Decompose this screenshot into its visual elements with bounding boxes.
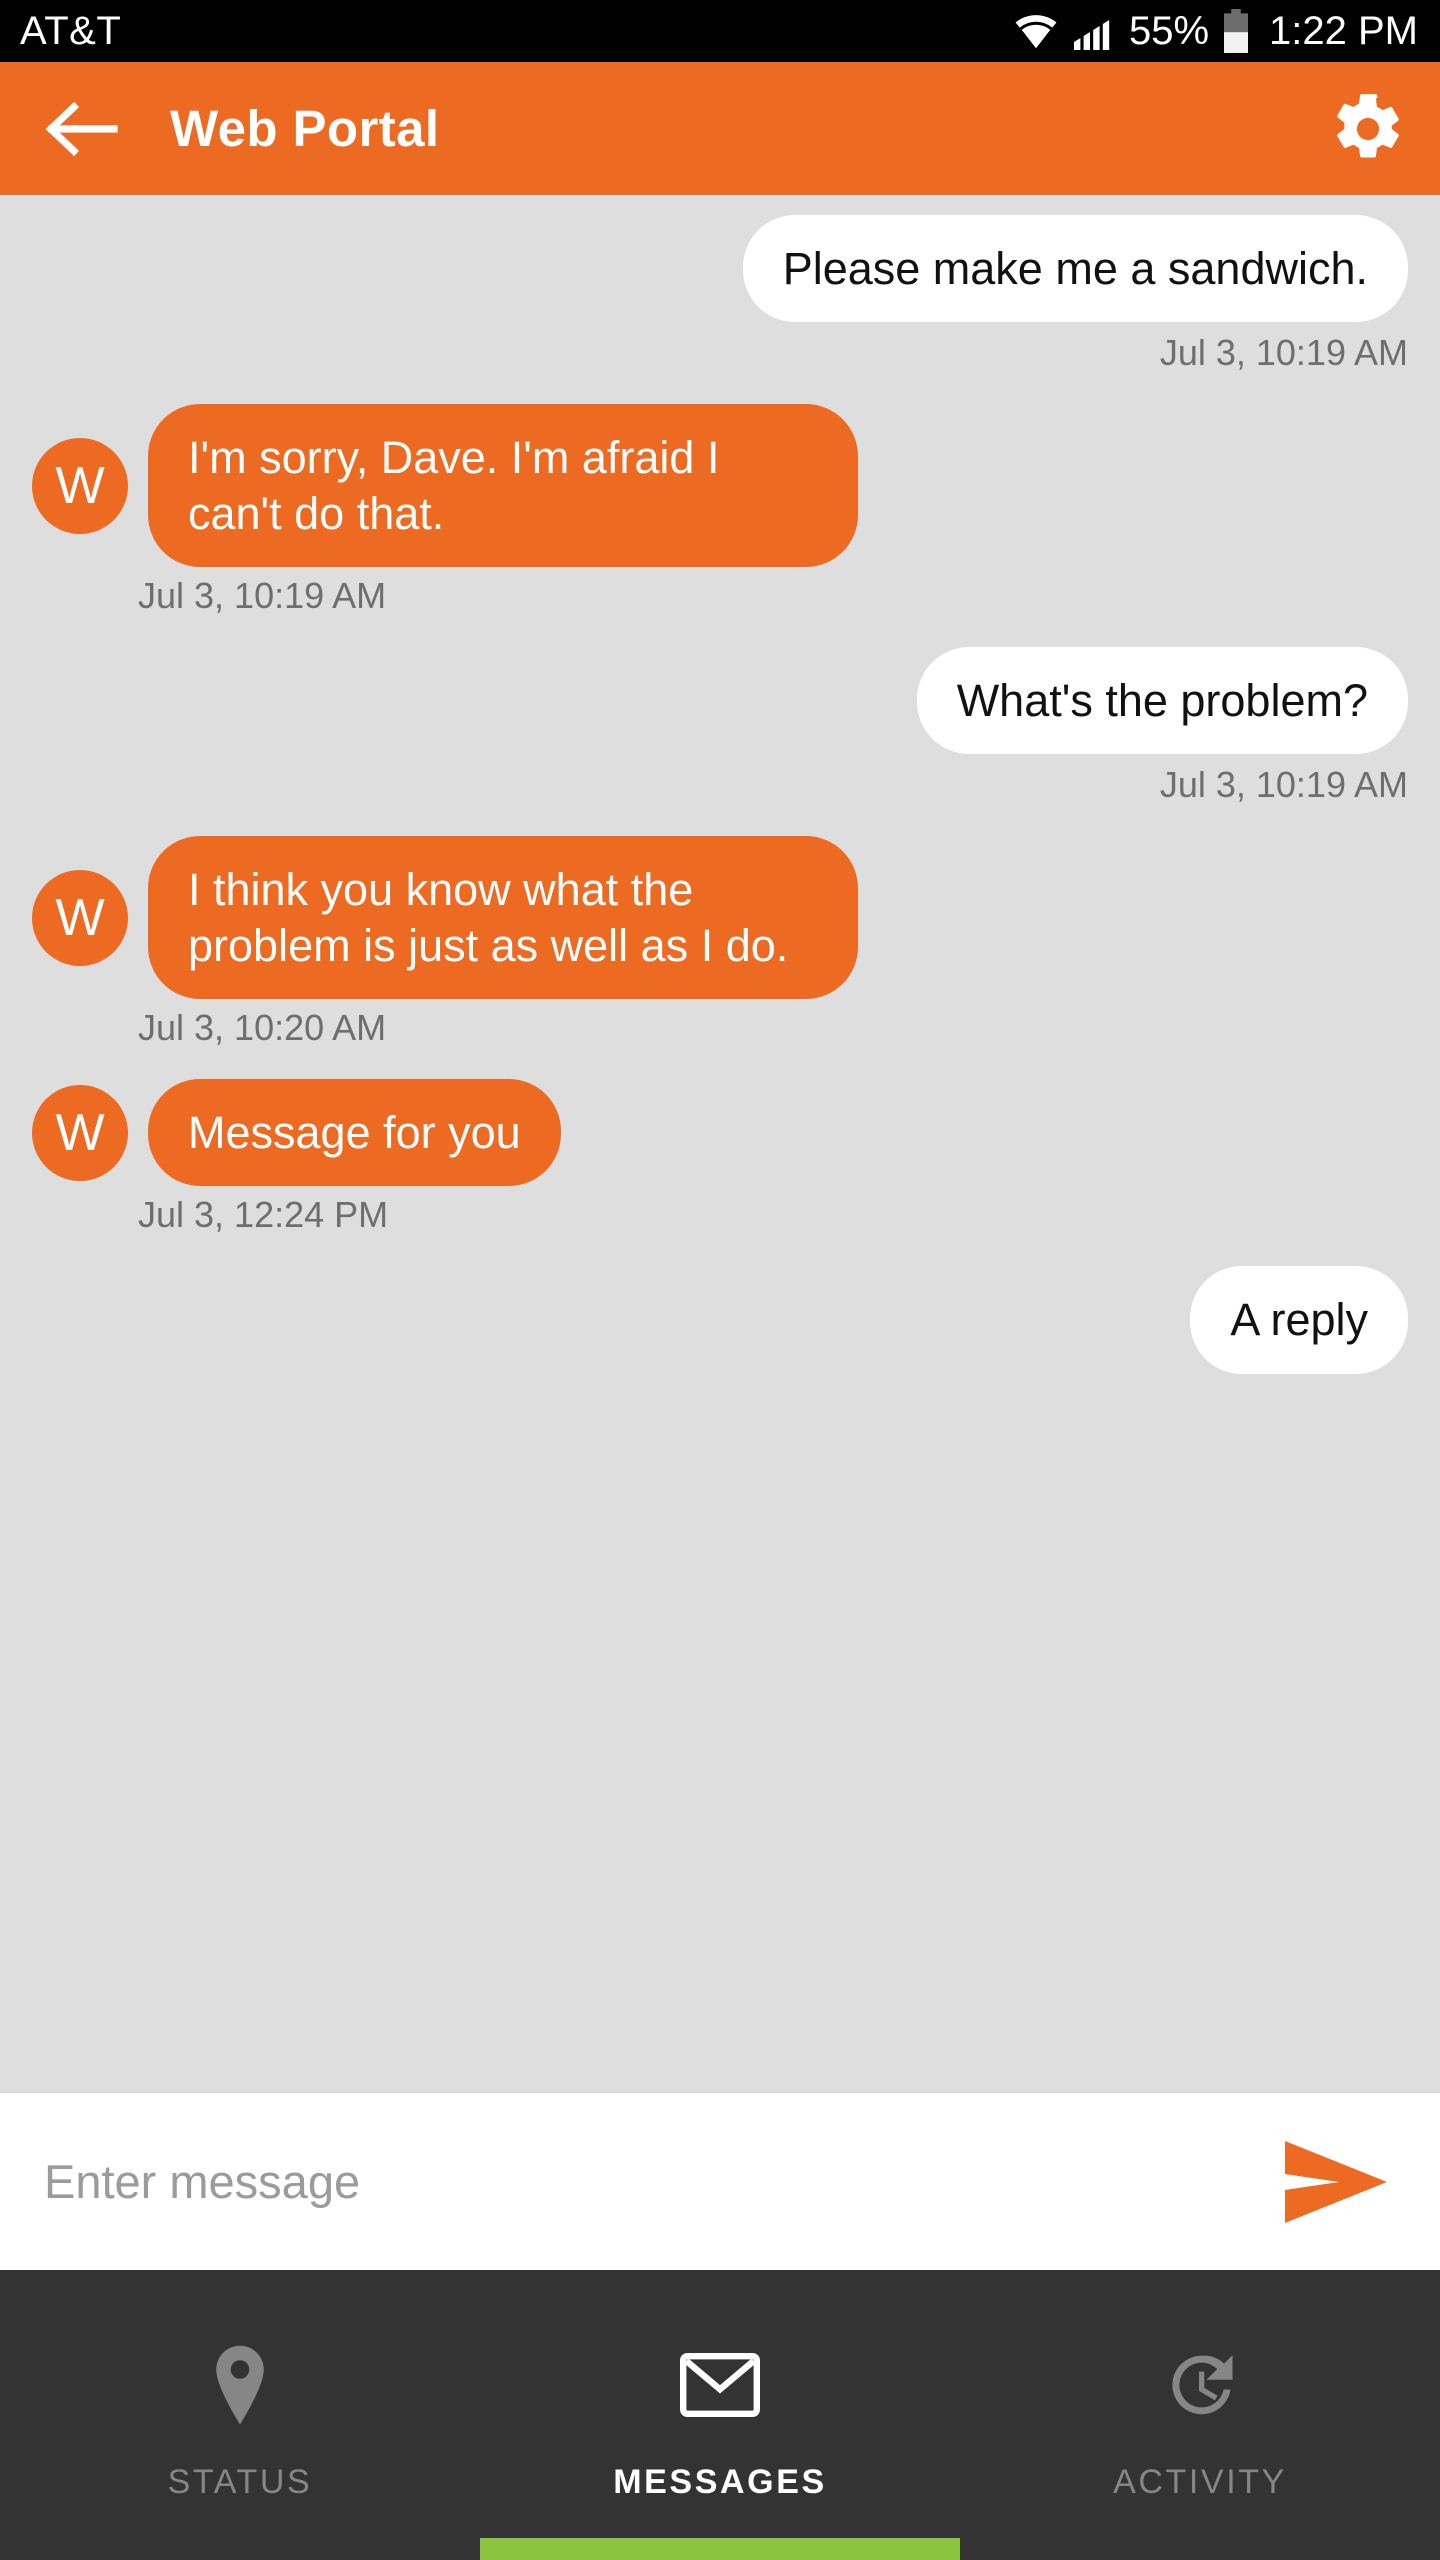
message-bubble[interactable]: A reply bbox=[1190, 1266, 1408, 1374]
message-composer bbox=[0, 2092, 1440, 2270]
avatar: W bbox=[32, 1084, 128, 1181]
battery-percent-label: 55% bbox=[1128, 8, 1210, 53]
message-list[interactable]: Please make me a sandwich. Jul 3, 10:19 … bbox=[0, 195, 1440, 2092]
send-arrow-icon[interactable] bbox=[1270, 2139, 1400, 2225]
nav-tab-activity[interactable]: ACTIVITY bbox=[960, 2270, 1440, 2560]
message-bubble[interactable]: I think you know what the problem is jus… bbox=[148, 836, 858, 1000]
message-timestamp: Jul 3, 12:24 PM bbox=[138, 1194, 389, 1236]
status-icons-group: 55% 1:22 PM bbox=[1013, 9, 1418, 54]
message-row: W I'm sorry, Dave. I'm afraid I can't do… bbox=[0, 404, 1440, 568]
phone-screen: AT&T 55% 1:22 PM Web Portal Please make … bbox=[0, 0, 1440, 2560]
nav-tab-messages[interactable]: MESSAGES bbox=[480, 2270, 960, 2560]
history-clock-icon bbox=[1161, 2337, 1239, 2433]
battery-icon bbox=[1222, 9, 1250, 53]
message-timestamp: Jul 3, 10:19 AM bbox=[1159, 332, 1408, 374]
nav-tab-label: ACTIVITY bbox=[1113, 2462, 1287, 2501]
message-row-partial: A reply bbox=[0, 1266, 1440, 1374]
carrier-label: AT&T bbox=[20, 8, 122, 53]
message-bubble[interactable]: I'm sorry, Dave. I'm afraid I can't do t… bbox=[148, 404, 858, 568]
signal-bars-icon bbox=[1072, 12, 1116, 50]
wifi-icon bbox=[1013, 13, 1059, 49]
message-row: W Message for you bbox=[0, 1079, 1440, 1187]
envelope-icon bbox=[680, 2337, 760, 2433]
nav-tab-label: STATUS bbox=[167, 2462, 313, 2501]
avatar: W bbox=[32, 437, 128, 534]
message-timestamp: Jul 3, 10:20 AM bbox=[138, 1007, 387, 1049]
message-input[interactable] bbox=[44, 2154, 1270, 2209]
message-bubble[interactable]: Message for you bbox=[148, 1079, 561, 1187]
message-timestamp: Jul 3, 10:19 AM bbox=[1159, 764, 1408, 806]
back-arrow-icon[interactable] bbox=[44, 99, 118, 159]
system-clock: 1:22 PM bbox=[1269, 8, 1418, 53]
message-row: What's the problem? bbox=[0, 647, 1440, 755]
avatar: W bbox=[32, 869, 128, 966]
bottom-navigation-bar: STATUS MESSAGES ACTIVITY bbox=[0, 2270, 1440, 2560]
app-header-bar: Web Portal bbox=[0, 62, 1440, 195]
nav-tab-status[interactable]: STATUS bbox=[0, 2270, 480, 2560]
location-pin-icon bbox=[209, 2337, 271, 2433]
message-bubble[interactable]: What's the problem? bbox=[916, 647, 1408, 755]
active-tab-indicator bbox=[480, 2538, 960, 2560]
system-status-bar: AT&T 55% 1:22 PM bbox=[0, 0, 1440, 62]
gear-icon[interactable] bbox=[1330, 91, 1406, 167]
message-row: W I think you know what the problem is j… bbox=[0, 836, 1440, 1000]
nav-tab-label: MESSAGES bbox=[613, 2462, 827, 2501]
message-bubble[interactable]: Please make me a sandwich. bbox=[742, 215, 1408, 323]
message-row: Please make me a sandwich. bbox=[0, 215, 1440, 323]
page-title: Web Portal bbox=[170, 100, 440, 157]
message-timestamp: Jul 3, 10:19 AM bbox=[138, 575, 387, 617]
